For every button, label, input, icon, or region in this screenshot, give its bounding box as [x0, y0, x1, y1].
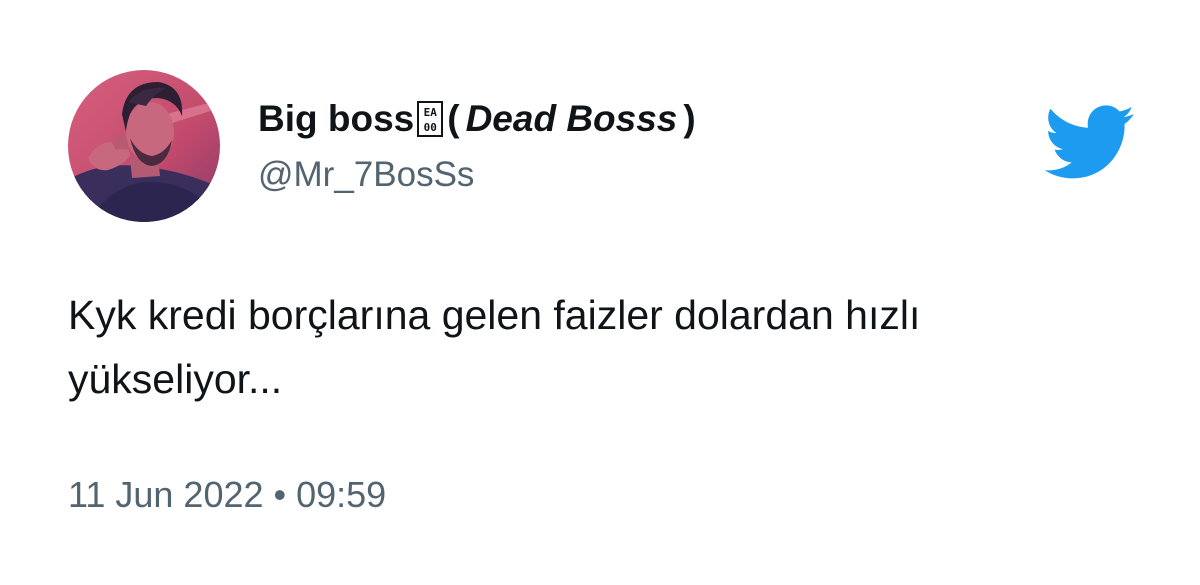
unsupported-emoji-glyph: EA 00 [417, 101, 444, 137]
display-name: Big boss [258, 98, 415, 139]
twitter-bird-icon[interactable] [1044, 105, 1136, 181]
author-name[interactable]: Big boss EA 00 ( Dead Bosss ) [258, 94, 696, 144]
tweet-card: Big boss EA 00 ( Dead Bosss ) @Mr_7BosSs … [0, 0, 1200, 585]
tweet-text: Kyk kredi borçlarına gelen faizler dolar… [68, 292, 921, 402]
tweet-timestamp[interactable]: 11 Jun 2022 • 09:59 [68, 474, 386, 516]
nickname: Dead Bosss [465, 98, 678, 139]
avatar[interactable] [68, 70, 220, 222]
nickname-close-paren: ) [683, 98, 696, 139]
author-handle[interactable]: @Mr_7BosSs [258, 155, 474, 195]
avatar-photo [68, 70, 220, 222]
twitter-logo [1044, 105, 1135, 179]
nickname-open-paren: ( [447, 98, 460, 139]
